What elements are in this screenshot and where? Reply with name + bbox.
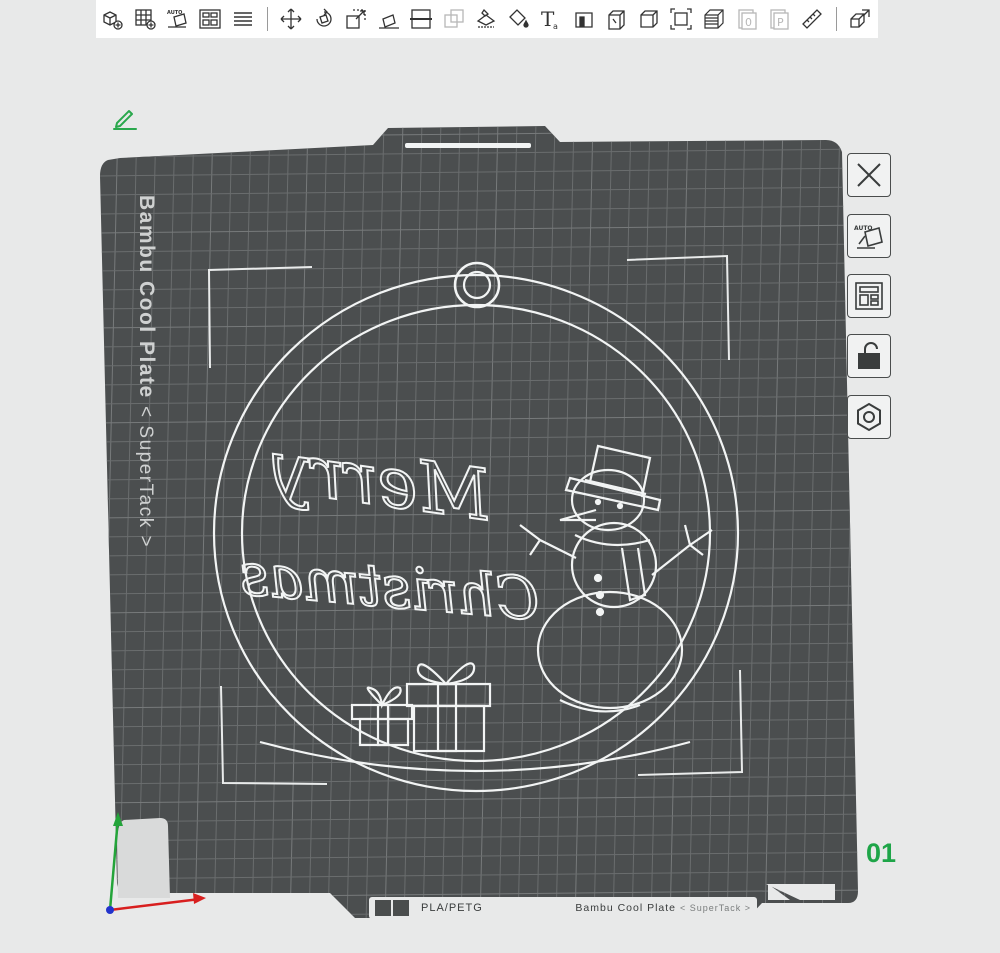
plate-notch xyxy=(766,884,835,900)
bambu-logo-icon xyxy=(375,900,411,916)
plate-type-label: Bambu Cool Plate < SuperTack > xyxy=(575,902,751,914)
plate-settings-button[interactable] xyxy=(847,395,891,439)
auto-orient-plate-button[interactable]: AUTO xyxy=(847,214,891,258)
arrange-icon xyxy=(855,282,883,310)
plate-handle-slot xyxy=(405,143,531,148)
plate-number[interactable]: 01 xyxy=(866,838,896,869)
filament-type-label: PLA/PETG xyxy=(421,902,483,914)
plate-info-bar: PLA/PETG Bambu Cool Plate < SuperTack > xyxy=(369,897,757,919)
lock-open-icon xyxy=(858,342,880,369)
plate-texture-patch xyxy=(117,818,170,898)
close-icon xyxy=(857,163,881,187)
lock-plate-button[interactable] xyxy=(847,334,891,378)
arrange-plate-button[interactable] xyxy=(847,274,891,318)
auto-orient-icon: AUTO xyxy=(854,225,883,249)
plate-name-label: Bambu Cool Plate < SuperTack > xyxy=(135,195,158,549)
delete-plate-button[interactable] xyxy=(847,153,891,197)
hexagon-settings-icon xyxy=(857,402,881,432)
plate-name-sub: < SuperTack > xyxy=(135,406,156,549)
